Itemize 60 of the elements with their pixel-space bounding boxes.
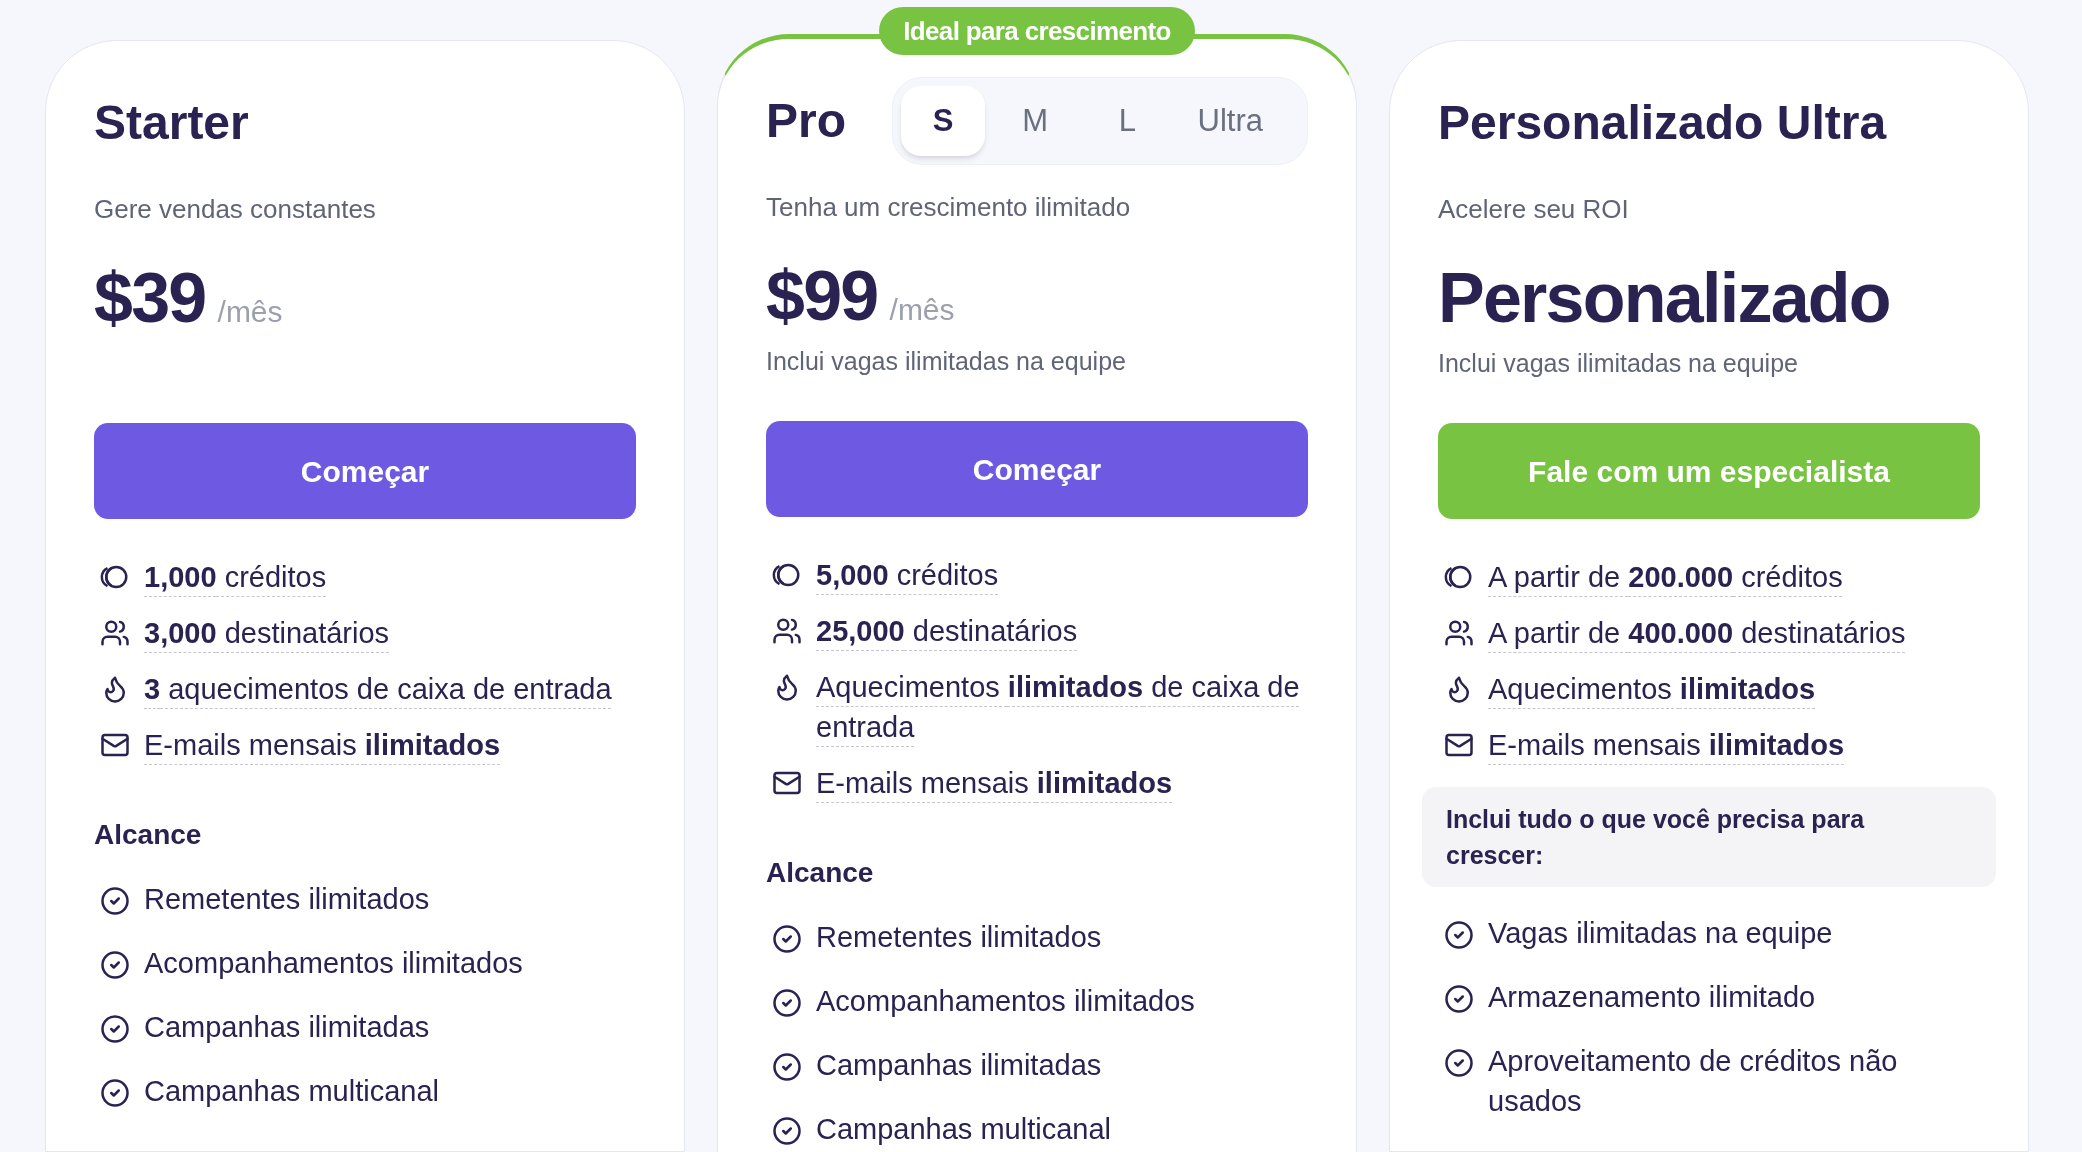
plan-note: Inclui vagas ilimitadas na equipe xyxy=(766,346,1127,377)
check-circle-icon xyxy=(100,1014,130,1044)
users-icon xyxy=(772,616,802,646)
benefit-text: Acompanhamentos ilimitados xyxy=(144,946,524,981)
feature-text: E-mails mensais ilimitados xyxy=(1488,728,1845,763)
feature-text: 3 aquecimentos de caixa de entrada xyxy=(144,672,612,707)
size-tab[interactable]: S xyxy=(901,86,985,156)
feature-text: E-mails mensais ilimitados xyxy=(144,728,501,763)
benefit-text: Remetentes ilimitados xyxy=(144,882,431,917)
benefit-text: Aproveitamento de créditos não usados xyxy=(1488,1044,1899,1119)
price-period: /mês xyxy=(889,295,955,325)
feature-text: 5,000 créditos xyxy=(816,558,999,593)
benefit-text: Vagas ilimitadas na equipe xyxy=(1488,916,1834,951)
users-icon xyxy=(1444,618,1474,648)
plan-price: $39 xyxy=(94,263,206,333)
check-circle-icon xyxy=(1444,1048,1474,1078)
feature-text: A partir de 200.000 créditos xyxy=(1488,560,1843,595)
feature-text: A partir de 400.000 destinatários xyxy=(1488,616,1906,651)
plan-price: Personalizado xyxy=(1438,263,1890,333)
benefit-text: Campanhas ilimitadas xyxy=(144,1010,431,1045)
benefit-text: Acompanhamentos ilimitados xyxy=(816,984,1196,1019)
plan-badge: Ideal para crescimento xyxy=(879,7,1195,55)
benefit-text: Campanhas ilimitadas xyxy=(816,1048,1103,1083)
feature-text: 1,000 créditos xyxy=(144,560,327,595)
check-circle-icon xyxy=(100,950,130,980)
benefit-text: Campanhas multicanal xyxy=(816,1112,1112,1147)
plan-tagline: Acelere seu ROI xyxy=(1438,193,1630,225)
size-tab[interactable]: M xyxy=(993,86,1078,156)
check-circle-icon xyxy=(772,924,802,954)
plan-title: Pro xyxy=(766,97,846,145)
feature-text: 3,000 destinatários xyxy=(144,616,390,651)
plan-tagline: Gere vendas constantes xyxy=(94,193,377,225)
check-circle-icon xyxy=(1444,984,1474,1014)
check-circle-icon xyxy=(772,1052,802,1082)
plan-title: Starter xyxy=(94,99,249,147)
benefit-text: Remetentes ilimitados xyxy=(816,920,1103,955)
benefit-text: Armazenamento ilimitado xyxy=(1488,980,1817,1015)
price-period: /mês xyxy=(217,297,283,327)
plan-cta-button[interactable]: Começar xyxy=(766,421,1308,517)
callout-text: Inclui tudo o que você precisa para crescer: xyxy=(1446,804,1866,871)
size-tab[interactable]: L xyxy=(1085,86,1170,156)
users-icon xyxy=(100,618,130,648)
feature-text: E-mails mensais ilimitados xyxy=(816,766,1173,801)
plan-cta-button[interactable]: Começar xyxy=(94,423,636,519)
plan-tagline: Tenha um crescimento ilimitado xyxy=(766,191,1132,223)
feature-text: Aquecimentos ilimitados xyxy=(1488,672,1816,707)
section-heading: Alcance xyxy=(766,856,875,890)
check-circle-icon xyxy=(100,1078,130,1108)
plan-note: Inclui vagas ilimitadas na equipe xyxy=(1438,348,1799,379)
benefit-text: Campanhas multicanal xyxy=(144,1074,440,1109)
size-tab[interactable]: Ultra xyxy=(1177,86,1283,156)
check-circle-icon xyxy=(1444,920,1474,950)
check-circle-icon xyxy=(772,988,802,1018)
feature-text: 25,000 destinatários xyxy=(816,614,1078,649)
feature-text: Aquecimentos ilimitados de caixa de entrada xyxy=(816,670,1301,745)
check-circle-icon xyxy=(772,1116,802,1146)
plan-price: $99 xyxy=(766,261,878,331)
check-circle-icon xyxy=(100,886,130,916)
section-heading: Alcance xyxy=(94,818,203,852)
plan-title: Personalizado Ultra xyxy=(1438,99,1887,147)
